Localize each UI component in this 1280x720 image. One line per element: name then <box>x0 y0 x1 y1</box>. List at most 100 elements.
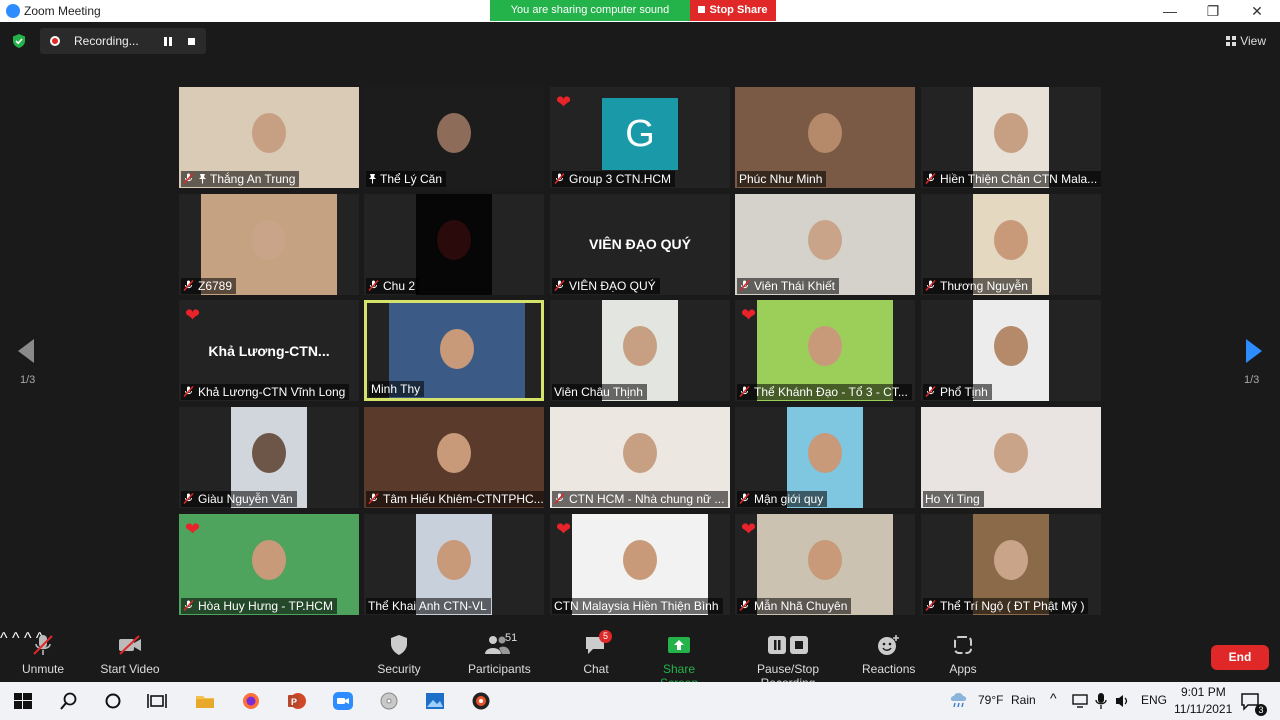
participant-tile[interactable]: Thương Nguyễn <box>921 194 1101 295</box>
weather-rain-icon <box>950 693 967 708</box>
participant-tile[interactable]: Viên Thái Khiết <box>735 194 915 295</box>
participant-name-label: Minh Thy <box>369 381 425 397</box>
participant-tile[interactable]: ❤ Mẫn Nhã Chuyên <box>735 514 915 615</box>
speaker-volume-icon[interactable] <box>1114 692 1132 710</box>
end-meeting-button[interactable]: End <box>1211 645 1269 670</box>
grid-view-icon <box>1226 36 1237 46</box>
maximize-button[interactable]: ❐ <box>1198 1 1228 21</box>
view-label: View <box>1240 34 1266 48</box>
close-button[interactable]: ✕ <box>1242 1 1272 21</box>
disc-burner-icon[interactable] <box>378 691 400 711</box>
participant-tile[interactable]: Khả Lương-CTN... ❤ Khả Lương-CTN Vĩnh Long <box>179 300 359 401</box>
participant-name-text: CTN Malaysia Hiền Thiện Bình <box>554 599 719 613</box>
participant-tile[interactable]: Chu 2 <box>364 194 544 295</box>
participant-name-label: Z6789 <box>181 278 237 294</box>
muted-mic-icon <box>739 493 750 504</box>
participant-tile[interactable]: ❤ Hòa Huy Hưng - TP.HCM <box>179 514 359 615</box>
firefox-icon[interactable] <box>240 691 262 711</box>
muted-mic-icon <box>30 634 56 656</box>
pin-icon <box>199 174 206 184</box>
participant-name-label: Viên Thái Khiết <box>737 278 839 294</box>
audio-options-caret-icon[interactable]: ^ <box>0 630 8 647</box>
participant-tile[interactable]: ❤ Thể Khánh Đạo - Tổ 3 - CT... <box>735 300 915 401</box>
participant-tile[interactable]: ❤ CTN Malaysia Hiền Thiện Bình <box>550 514 730 615</box>
muted-mic-icon <box>368 280 379 291</box>
cortana-circle-icon[interactable] <box>102 691 124 711</box>
participant-name-label: Thắng An Trung <box>181 171 300 187</box>
participant-tile[interactable]: Tâm Hiếu Khiêm-CTNTPHC... <box>364 407 544 508</box>
heart-reaction-icon: ❤ <box>741 305 757 325</box>
participant-face <box>440 329 474 369</box>
chat-button[interactable]: 5 Chat <box>580 630 612 676</box>
input-language-text[interactable]: ENG <box>1141 693 1167 707</box>
participant-name-label: Thể Khánh Đạo - Tổ 3 - CT... <box>737 384 912 400</box>
heart-reaction-icon: ❤ <box>741 519 757 539</box>
task-view-icon[interactable] <box>146 691 168 711</box>
participant-tile[interactable]: Hiền Thiện Chân CTN Mala... <box>921 87 1101 188</box>
minimize-button[interactable]: — <box>1155 1 1185 21</box>
participant-tile[interactable]: Ho Yi Ting <box>921 407 1101 508</box>
file-explorer-icon[interactable] <box>194 691 216 711</box>
participant-face <box>808 433 842 473</box>
apps-icon <box>950 634 976 656</box>
participant-name-text: Giàu Nguyễn Văn <box>198 492 293 506</box>
participants-button[interactable]: 51 Participants <box>468 632 531 676</box>
participant-face <box>994 220 1028 260</box>
network-icon[interactable] <box>1072 692 1090 710</box>
view-button[interactable]: View <box>1226 34 1266 48</box>
participant-tile[interactable]: Minh Thy <box>364 300 544 401</box>
participant-name-text: Hòa Huy Hưng - TP.HCM <box>198 599 333 613</box>
stop-recording-icon[interactable] <box>188 38 195 45</box>
windows-start-icon[interactable] <box>12 691 34 711</box>
participant-avatar: G <box>602 98 678 170</box>
participant-name-text: Z6789 <box>198 279 233 293</box>
security-button[interactable]: Security <box>376 634 422 676</box>
muted-mic-icon <box>739 386 750 397</box>
participant-face <box>437 540 471 580</box>
zoom-taskbar-icon[interactable] <box>332 691 354 711</box>
apps-button[interactable]: Apps <box>946 634 980 676</box>
participant-name-label: Giàu Nguyễn Văn <box>181 491 297 507</box>
participant-tile[interactable]: G ❤ Group 3 CTN.HCM <box>550 87 730 188</box>
participant-tile[interactable]: Giàu Nguyễn Văn <box>179 407 359 508</box>
stop-share-button[interactable]: Stop Share <box>690 0 776 21</box>
participant-tile[interactable]: VIÊN ĐẠO QUÝ VIÊN ĐẠO QUÝ <box>550 194 730 295</box>
share-screen-icon <box>666 634 692 656</box>
meeting-toolbar: Unmute ^ Start Video ^ Security 51 Parti… <box>0 630 1280 690</box>
participant-tile[interactable]: Viên Châu Thịnh <box>550 300 730 401</box>
pause-recording-icon[interactable] <box>164 37 172 46</box>
participant-tile[interactable]: Z6789 <box>179 194 359 295</box>
muted-mic-icon <box>183 600 194 611</box>
start-video-button[interactable]: Start Video <box>100 634 160 676</box>
previous-page-arrow-icon[interactable] <box>18 339 34 363</box>
show-hidden-icons-chevron-icon[interactable]: ^ <box>1050 690 1057 706</box>
muted-mic-icon <box>554 493 565 504</box>
participant-tile[interactable]: CTN HCM - Nhà chung nữ ... <box>550 407 730 508</box>
participant-name-label: VIÊN ĐẠO QUÝ <box>552 278 660 294</box>
participant-face <box>808 540 842 580</box>
search-icon[interactable] <box>58 691 80 711</box>
clock-date[interactable]: 11/11/2021 <box>1174 702 1232 716</box>
media-player-icon[interactable] <box>470 691 492 711</box>
powerpoint-icon[interactable]: P <box>286 691 308 711</box>
participant-name-text: Thương Nguyễn <box>940 279 1028 293</box>
participant-tile[interactable]: Thắng An Trung <box>179 87 359 188</box>
record-dot-icon <box>50 36 60 46</box>
participant-tile[interactable]: Phổ Tịnh <box>921 300 1101 401</box>
shield-check-icon[interactable] <box>11 33 27 49</box>
clock-time[interactable]: 9:01 PM <box>1181 685 1226 699</box>
microphone-tray-icon[interactable] <box>1094 692 1108 710</box>
unmute-button[interactable]: Unmute <box>18 634 68 676</box>
participant-face <box>623 540 657 580</box>
participant-tile[interactable]: Mận giới quy <box>735 407 915 508</box>
participant-tile[interactable]: Thể Trí Ngộ ( ĐT Phật Mỹ ) <box>921 514 1101 615</box>
participant-tile[interactable]: Thể Lý Căn <box>364 87 544 188</box>
participant-name-text: Ho Yi Ting <box>925 492 980 506</box>
next-page-arrow-icon[interactable] <box>1246 339 1262 363</box>
page-indicator-left: 1/3 <box>20 374 36 386</box>
reactions-button[interactable]: Reactions <box>862 634 915 676</box>
participant-tile[interactable]: Phúc Như Minh <box>735 87 915 188</box>
participant-tile[interactable]: Thể Khai Anh CTN-VL <box>364 514 544 615</box>
photos-icon[interactable] <box>424 691 446 711</box>
notification-count-badge: 3 <box>1255 704 1267 716</box>
